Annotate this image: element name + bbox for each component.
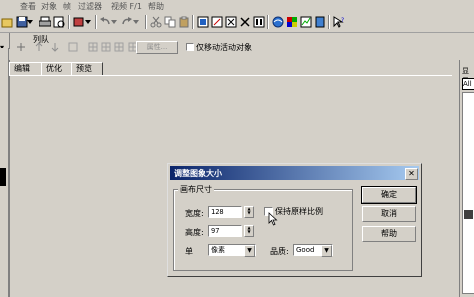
move-down-icon[interactable] xyxy=(50,42,61,52)
width-field[interactable]: 128 xyxy=(208,206,242,218)
tab-optimize[interactable]: 优化 xyxy=(41,62,73,75)
menu-item-help[interactable]: 帮助 xyxy=(148,1,164,12)
width-label: 宽度: xyxy=(185,209,204,218)
resize-image-dialog: 调整图象大小 ✕ 画布尺寸 宽度: 128 ▲ ▼ 高度: 97 ▲ ▼ 保持原… xyxy=(167,163,422,277)
align-icon[interactable] xyxy=(68,42,79,52)
stepper-down-icon[interactable]: ▼ xyxy=(245,230,253,234)
canvas-size-group-label: 画布尺寸 xyxy=(178,184,214,195)
move-active-only-label: 仅移动活动对象 xyxy=(196,43,252,52)
width-stepper[interactable]: ▲ ▼ xyxy=(244,206,254,218)
tab-edit[interactable]: 编辑 xyxy=(9,62,43,75)
chevron-down-icon[interactable]: ▼ xyxy=(244,245,255,257)
right-panel-select[interactable]: All xyxy=(462,78,474,90)
main-toolbar: ? xyxy=(0,12,474,33)
help-pointer-icon[interactable]: ? xyxy=(332,15,346,29)
palette-icon[interactable] xyxy=(285,15,299,29)
dialog-titlebar[interactable]: 调整图象大小 ✕ xyxy=(170,166,419,180)
chevron-down-icon[interactable] xyxy=(84,15,92,29)
height-stepper[interactable]: ▲ ▼ xyxy=(244,225,254,237)
move-active-only-checkbox[interactable] xyxy=(186,43,194,51)
add-icon[interactable] xyxy=(16,42,27,52)
chevron-down-icon[interactable] xyxy=(110,15,118,29)
menu-bar: 查看 对象 帧 过滤器 视频 F/1 帮助 xyxy=(0,0,474,12)
open-icon[interactable] xyxy=(0,15,14,29)
chevron-down-icon[interactable] xyxy=(26,15,34,29)
height-label: 高度: xyxy=(185,228,204,237)
close-icon[interactable]: ✕ xyxy=(405,168,418,180)
mouse-cursor-icon xyxy=(268,212,278,226)
chevron-down-icon[interactable] xyxy=(132,15,140,29)
browser-preview-icon[interactable] xyxy=(271,15,285,29)
grid-icon[interactable] xyxy=(101,42,112,52)
left-panel-handle[interactable] xyxy=(0,168,6,186)
unit-select-value: 像素 xyxy=(211,246,225,254)
svg-text:?: ? xyxy=(341,17,344,24)
image-info-icon[interactable] xyxy=(196,15,210,29)
grid-icon[interactable] xyxy=(114,42,125,52)
copy-icon[interactable] xyxy=(163,15,177,29)
right-panel: 显示 All xyxy=(459,60,474,297)
print-icon[interactable] xyxy=(38,15,52,29)
grid-icon[interactable] xyxy=(88,42,99,52)
ok-button[interactable]: 确定 xyxy=(361,186,417,204)
keep-ratio-label: 保持原样比例 xyxy=(275,207,323,216)
right-panel-marker xyxy=(464,210,473,219)
bookmark-icon[interactable] xyxy=(313,15,327,29)
chevron-down-icon[interactable]: ▼ xyxy=(321,245,332,257)
quality-select-value: Good xyxy=(296,246,315,254)
menu-item-object[interactable]: 对象 xyxy=(41,1,57,12)
help-button[interactable]: 帮助 xyxy=(362,226,416,242)
tab-preview[interactable]: 预览 xyxy=(71,62,103,75)
menu-item-frame[interactable]: 帧 xyxy=(63,1,71,12)
dialog-title: 调整图象大小 xyxy=(174,169,222,178)
cancel-button[interactable]: 取消 xyxy=(362,206,416,222)
unit-label: 单 xyxy=(185,247,193,256)
properties-button[interactable]: 属性... xyxy=(136,41,178,54)
move-up-icon[interactable] xyxy=(34,42,45,52)
quality-select[interactable]: Good ▼ xyxy=(293,244,333,257)
delete-object-icon[interactable] xyxy=(238,15,252,29)
resize-image-icon[interactable] xyxy=(210,15,224,29)
crop-icon[interactable] xyxy=(224,15,238,29)
paste-icon[interactable] xyxy=(177,15,191,29)
unit-select[interactable]: 像素 ▼ xyxy=(208,244,256,257)
stepper-down-icon[interactable]: ▼ xyxy=(245,211,253,215)
quality-label: 品质: xyxy=(270,247,289,256)
menu-item-view[interactable]: 查看 xyxy=(20,1,36,12)
menu-item-video[interactable]: 视频 F/1 xyxy=(111,1,142,12)
print-preview-icon[interactable] xyxy=(52,15,66,29)
optimize-icon[interactable] xyxy=(299,15,313,29)
right-panel-list[interactable] xyxy=(462,92,474,294)
cut-icon[interactable] xyxy=(149,15,163,29)
height-field[interactable]: 97 xyxy=(208,225,242,237)
menu-item-filter[interactable]: 过滤器 xyxy=(78,1,102,12)
frame-icon[interactable] xyxy=(252,15,266,29)
